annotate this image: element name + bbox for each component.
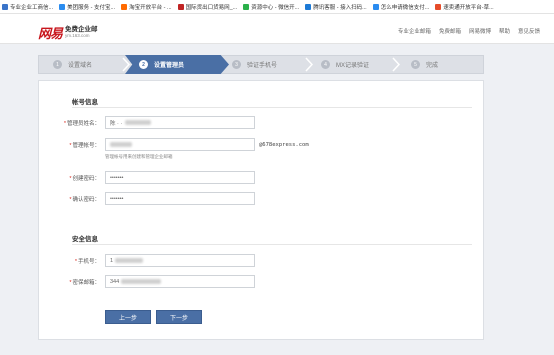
- bookmark-icon: [372, 3, 379, 10]
- logo-main-text: 网易: [38, 27, 63, 42]
- step-4: 4 MX记录验证: [321, 56, 369, 73]
- step-label: 设置管理员: [154, 63, 185, 69]
- required-marker: *: [63, 121, 66, 127]
- step-3: 3 验证手机号: [232, 56, 277, 73]
- step-5: 5 完成: [411, 56, 438, 73]
- confirm-password-label: *确认密码：: [69, 197, 100, 203]
- bookmark-item[interactable]: 腾讯客服 - 接入扫码...: [305, 3, 367, 11]
- bookmark-item[interactable]: 美团服务 - 支付宝...: [59, 3, 115, 11]
- bookmark-item[interactable]: 淘宝开放平台 - ...: [121, 3, 172, 11]
- account-section-title: 帐号信息: [72, 99, 98, 106]
- phone-label: *手机号：: [74, 259, 100, 265]
- chevron-right-icon: [392, 57, 400, 72]
- security-email-input[interactable]: 344: [105, 275, 255, 288]
- top-nav: 专业企业邮箱 免费邮箱 网易微博 帮助 意见反馈: [390, 27, 540, 35]
- page-root: 专业企业工商信... 美团服务 - 支付宝... 淘宝开放平台 - ... 国际…: [0, 0, 554, 355]
- step-label: 完成: [426, 63, 439, 69]
- email-domain-suffix: @678express.com: [259, 142, 309, 148]
- nav-link-weibo[interactable]: 网易微博: [469, 27, 491, 35]
- next-step-button[interactable]: 下一步: [156, 310, 202, 324]
- chevron-right-icon: [122, 57, 130, 72]
- bookmark-icon: [2, 3, 8, 10]
- confirm-password-input[interactable]: •••••••: [105, 192, 255, 205]
- bookmark-icon: [435, 3, 442, 10]
- progress-stepper: 1 设置域名 2 设置管理员 3 验证手机号 4 MX记录验证 5 完成: [38, 55, 484, 74]
- nav-link-free-mail[interactable]: 免费邮箱: [439, 27, 461, 35]
- nav-link-pro-mail[interactable]: 专业企业邮箱: [398, 27, 431, 35]
- step-label: 设置域名: [68, 63, 93, 69]
- bookmark-item[interactable]: 资源中心 - 微信开...: [243, 3, 299, 11]
- nav-link-feedback[interactable]: 意见反馈: [518, 27, 540, 35]
- admin-account-label: *管理帐号：: [69, 143, 100, 149]
- step-number: 3: [232, 60, 241, 69]
- logo-url: ym.163.com: [65, 32, 90, 38]
- required-marker: *: [74, 259, 77, 265]
- step-number: 4: [321, 60, 330, 69]
- nav-link-help[interactable]: 帮助: [499, 27, 510, 35]
- admin-account-hint: 管理帐号用来创建和管理企业邮箱: [105, 154, 173, 159]
- step-number: 5: [411, 60, 420, 69]
- bookmarks-bar: 专业企业工商信... 美团服务 - 支付宝... 淘宝开放平台 - ... 国际…: [0, 0, 554, 14]
- redacted-text: [115, 258, 144, 263]
- redacted-text: [125, 120, 152, 125]
- redacted-text: [110, 142, 132, 147]
- bookmark-icon: [177, 3, 184, 10]
- security-section-title: 安全信息: [72, 236, 98, 243]
- bookmark-item[interactable]: 速卖通开放平台-草...: [435, 3, 494, 11]
- step-label: MX记录验证: [336, 63, 370, 69]
- phone-input[interactable]: 1: [105, 254, 255, 267]
- prev-step-button[interactable]: 上一步: [105, 310, 151, 324]
- divider: [72, 107, 472, 108]
- step-1: 1 设置域名: [53, 56, 92, 73]
- logo[interactable]: 网易 免费企业邮 ym.163.com: [38, 23, 98, 42]
- bookmark-item[interactable]: 专业企业工商信...: [2, 3, 53, 11]
- admin-form-card: 帐号信息 *管理员姓名： 陈 · · *管理帐号： @678express.co…: [38, 80, 484, 340]
- admin-name-input[interactable]: 陈 · ·: [105, 116, 255, 129]
- password-label: *创建密码：: [69, 176, 100, 182]
- bookmark-icon: [121, 3, 128, 10]
- step-label: 验证手机号: [247, 63, 278, 69]
- admin-name-label: *管理员姓名：: [63, 121, 100, 127]
- step-number: 1: [53, 60, 62, 69]
- bookmark-icon: [305, 3, 312, 10]
- logo-sub: 免费企业邮 ym.163.com: [65, 26, 98, 38]
- bookmark-icon: [59, 3, 66, 10]
- security-email-label: *密保邮箱：: [69, 280, 100, 286]
- admin-account-input[interactable]: [105, 138, 255, 151]
- redacted-text: [121, 279, 162, 284]
- step-number: 2: [139, 60, 148, 69]
- divider: [72, 244, 472, 245]
- bookmark-item[interactable]: 怎么申请微信支付...: [372, 3, 429, 11]
- password-input[interactable]: •••••••: [105, 171, 255, 184]
- bookmark-icon: [243, 3, 250, 10]
- bookmark-item[interactable]: 国际货出口货易网_...: [177, 3, 237, 11]
- chevron-right-icon: [305, 57, 313, 72]
- step-2: 2 设置管理员: [139, 56, 184, 73]
- site-header: 网易 免费企业邮 ym.163.com 专业企业邮箱 免费邮箱 网易微博 帮助 …: [0, 14, 554, 44]
